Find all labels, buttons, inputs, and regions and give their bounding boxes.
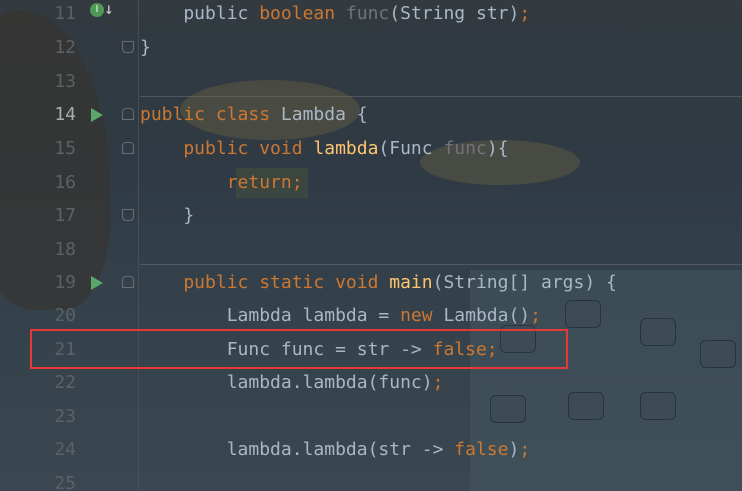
code-text: public class Lambda { <box>140 104 368 125</box>
code-text: public boolean func(String str); <box>140 3 531 24</box>
line-number: 24 <box>54 439 76 460</box>
code-line[interactable]: 24 lambda.lambda(str -> false); <box>0 433 742 467</box>
run-gutter-icon[interactable] <box>91 108 103 122</box>
code-line[interactable]: 23 <box>0 400 742 434</box>
highlight-annotation-box <box>30 329 568 369</box>
code-line[interactable]: 22 lambda.lambda(func); <box>0 366 742 400</box>
line-number: 17 <box>54 205 76 226</box>
code-editor[interactable]: 11 I ↓ public boolean func(String str); … <box>0 0 742 491</box>
line-number: 14 <box>54 104 76 125</box>
code-line[interactable]: 13 <box>0 65 742 99</box>
code-text: return; <box>226 172 303 193</box>
line-number: 20 <box>54 305 76 326</box>
line-number: 13 <box>54 71 76 92</box>
code-line[interactable]: 11 I ↓ public boolean func(String str); <box>0 0 742 31</box>
fold-marker-icon[interactable] <box>122 142 134 154</box>
line-number: 11 <box>54 3 76 24</box>
code-line[interactable]: 18 <box>0 233 742 267</box>
fold-marker-icon[interactable] <box>122 209 134 221</box>
code-line[interactable]: 17 } <box>0 199 742 233</box>
code-line[interactable]: 19 public static void main(String[] args… <box>0 266 742 300</box>
code-text: } <box>140 37 151 58</box>
code-text: lambda.lambda(func); <box>140 372 444 393</box>
code-text: public static void main(String[] args) { <box>140 272 617 293</box>
fold-marker-icon[interactable] <box>122 108 134 120</box>
code-line[interactable]: 15 public void lambda(Func func){ <box>0 132 742 166</box>
line-number: 23 <box>54 406 76 427</box>
code-text: public void lambda(Func func){ <box>140 138 509 159</box>
fold-marker-icon[interactable] <box>122 41 134 53</box>
run-gutter-icon[interactable] <box>91 276 103 290</box>
line-number: 15 <box>54 138 76 159</box>
code-line[interactable]: 16 return; <box>0 166 742 200</box>
implemented-method-icon[interactable]: I <box>90 3 104 17</box>
line-number: 18 <box>54 239 76 260</box>
code-text: lambda.lambda(str -> false); <box>140 439 531 460</box>
fold-marker-icon[interactable] <box>122 276 134 288</box>
code-line[interactable]: 20 Lambda lambda = new Lambda(); <box>0 299 742 333</box>
code-text: Lambda lambda = new Lambda(); <box>140 305 541 326</box>
line-number: 16 <box>54 172 76 193</box>
code-line[interactable]: 12 } <box>0 31 742 65</box>
down-arrow-icon[interactable]: ↓ <box>104 0 114 19</box>
line-number: 22 <box>54 372 76 393</box>
code-text: } <box>140 205 195 226</box>
line-number: 19 <box>54 272 76 293</box>
code-line[interactable]: 14 public class Lambda { <box>0 98 742 132</box>
line-number: 25 <box>54 473 76 491</box>
code-line[interactable]: 25 <box>0 467 742 491</box>
line-number: 12 <box>54 37 76 58</box>
